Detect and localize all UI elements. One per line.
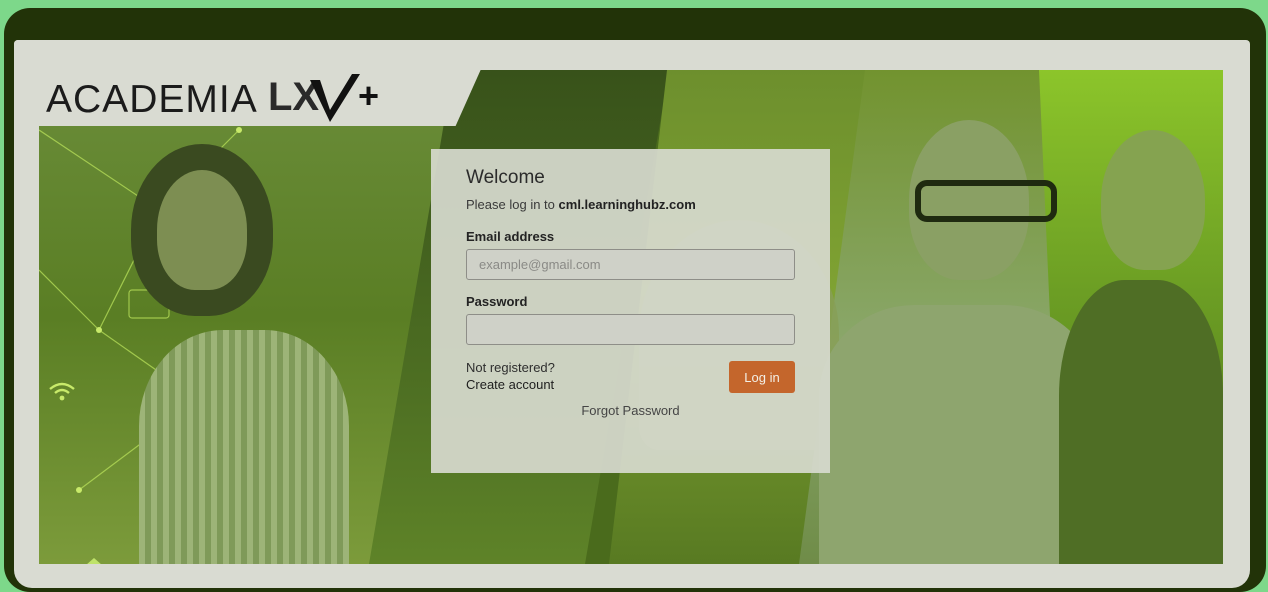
login-button[interactable]: Log in [729, 361, 795, 393]
brand-mark-icon: LX + [268, 74, 379, 122]
email-field[interactable] [466, 249, 795, 280]
brand-logo: ACADEMIA LX + [46, 70, 408, 130]
login-subtitle: Please log in to cml.learninghubz.com [466, 197, 795, 212]
brand-mark-suffix: + [358, 75, 379, 116]
presenter-glasses [915, 180, 1057, 222]
presenter-image [139, 330, 349, 564]
login-actions: Not registered? Create account Log in [466, 359, 795, 393]
app-frame: ACADEMIA LX + Welcome Please log in to c… [4, 8, 1266, 592]
forgot-password-link[interactable]: Forgot Password [466, 403, 795, 418]
presenter-image [157, 170, 247, 290]
not-registered-text: Not registered? [466, 360, 555, 375]
subtitle-prefix: Please log in to [466, 197, 555, 212]
presenter-image [1101, 130, 1205, 270]
login-card: Welcome Please log in to cml.learninghub… [431, 149, 830, 473]
wifi-icon [49, 382, 75, 401]
login-title: Welcome [466, 167, 545, 188]
home-icon [87, 558, 101, 564]
password-label: Password [466, 294, 528, 309]
email-label: Email address [466, 229, 555, 244]
presenter-image [819, 305, 1099, 564]
create-account-link[interactable]: Create account [466, 377, 554, 392]
presenter-image [1059, 280, 1223, 564]
subtitle-domain: cml.learninghubz.com [558, 197, 696, 212]
password-field[interactable] [466, 314, 795, 345]
registration-block: Not registered? Create account [466, 359, 555, 393]
brand-wordmark: ACADEMIA [46, 78, 258, 121]
